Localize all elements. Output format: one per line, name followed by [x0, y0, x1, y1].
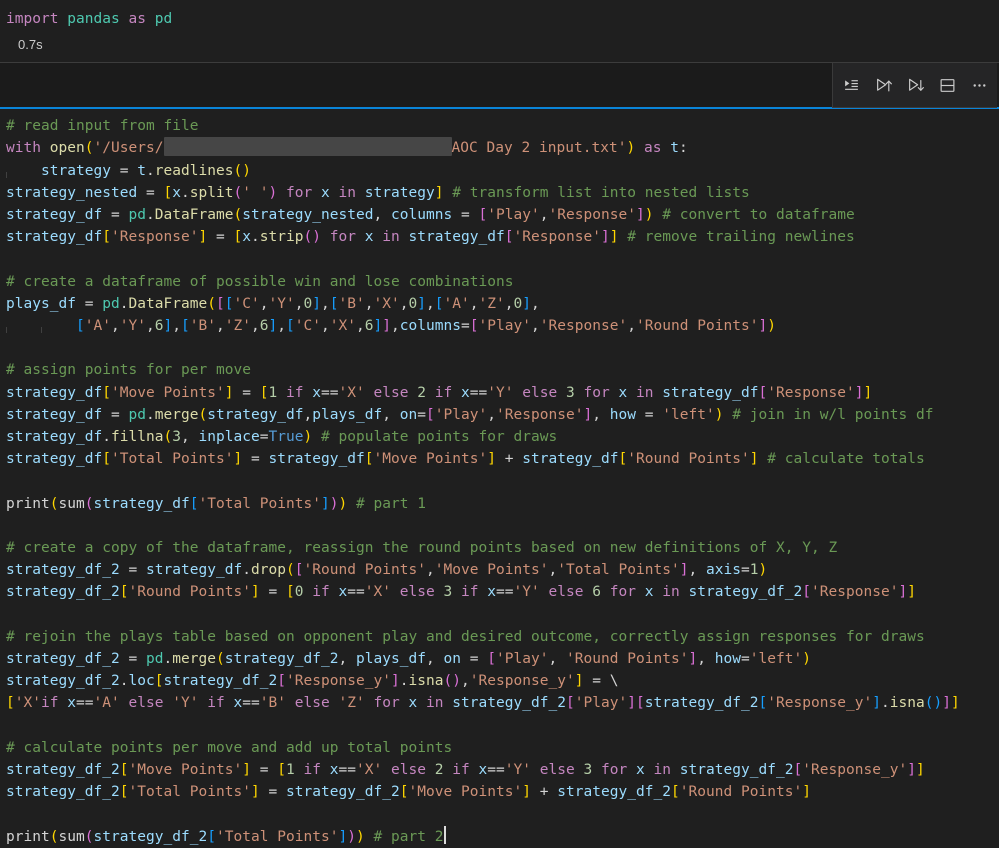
code-line: import pandas as pd: [6, 8, 999, 30]
notebook-cell-previous[interactable]: import pandas as pd 0.7s: [0, 0, 999, 63]
split-cell-button[interactable]: [931, 70, 963, 100]
code-line-9: plays_df = pd.DataFrame([['C','Y',0],['B…: [6, 295, 540, 312]
code-line-30: strategy_df_2['Move Points'] = [1 if x==…: [6, 762, 925, 778]
ellipsis-icon: [971, 77, 988, 94]
code-line-22: strategy_df_2['Round Points'] = [0 if x=…: [6, 584, 916, 601]
code-line-29: # calculate points per move and add up t…: [6, 739, 453, 756]
code-line-24: # rejoin the plays table based on oppone…: [6, 628, 925, 645]
more-actions-button[interactable]: [963, 70, 995, 100]
code-line-1: # read input from file: [6, 118, 199, 135]
code-line-12: # assign points for per move: [6, 362, 251, 379]
code-line-4: strategy_nested = [x.split(' ') for x in…: [6, 184, 750, 201]
run-by-line-icon: [843, 77, 860, 94]
code-line-20: # create a copy of the dataframe, reassi…: [6, 540, 838, 556]
code-line-33: print(sum(strategy_df_2['Total Points'])…: [6, 825, 999, 848]
play-up-arrow-icon: [875, 77, 892, 94]
code-line-2: with open('/Users/AOC Day 2 input.txt') …: [6, 137, 999, 159]
code-line-26: strategy_df_2.loc[strategy_df_2['Respons…: [6, 673, 619, 690]
run-above-button[interactable]: [867, 70, 899, 100]
code-line-3: strategy = t.readlines(): [6, 162, 251, 179]
code-line-18: print(sum(strategy_df['Total Points'])) …: [6, 495, 426, 512]
code-line-27: ['X'if x=='A' else 'Y' if x=='B' else 'Z…: [6, 695, 960, 712]
play-down-arrow-icon: [907, 77, 924, 94]
code-line-25: strategy_df_2 = pd.merge(strategy_df_2, …: [6, 651, 811, 667]
token-alias-pd: pd: [154, 11, 173, 27]
code-line-14: strategy_df = pd.merge(strategy_df,plays…: [6, 406, 934, 423]
code-line-8: # create a dataframe of possible win and…: [6, 273, 514, 290]
code-line-31: strategy_df_2['Total Points'] = strategy…: [6, 784, 811, 801]
code-line-10: ['A','Y',6],['B','Z',6],['C','X',6]],col…: [6, 318, 776, 335]
token-module-pandas: pandas: [67, 11, 120, 27]
notebook-editor: import pandas as pd 0.7s # read input fr…: [0, 0, 999, 848]
code-line-16: strategy_df['Total Points'] = strategy_d…: [6, 451, 925, 468]
notebook-cell-active[interactable]: # read input from file with open('/Users…: [0, 109, 999, 848]
split-cell-icon: [939, 77, 956, 94]
code-line-15: strategy_df.fillna(3, inplace=True) # po…: [6, 429, 558, 446]
code-line-6: strategy_df['Response'] = [x.strip() for…: [6, 229, 855, 246]
active-cell-code-editor[interactable]: # read input from file with open('/Users…: [0, 115, 999, 848]
code-line-5: strategy_df = pd.DataFrame(strategy_nest…: [6, 207, 855, 224]
previous-cell-code[interactable]: import pandas as pd: [0, 0, 999, 30]
run-by-line-button[interactable]: [835, 70, 867, 100]
token-keyword-import: import: [6, 11, 59, 27]
cell-toolbar: [832, 63, 997, 109]
code-line-13: strategy_df['Move Points'] = [1 if x=='X…: [6, 384, 873, 401]
cell-toolbar-strip: [0, 63, 999, 109]
code-line-21: strategy_df_2 = strategy_df.drop(['Round…: [6, 562, 768, 579]
run-below-button[interactable]: [899, 70, 931, 100]
cell-execution-time: 0.7s: [18, 37, 43, 53]
token-keyword-as: as: [128, 11, 146, 27]
redacted-path-block: [163, 137, 452, 157]
